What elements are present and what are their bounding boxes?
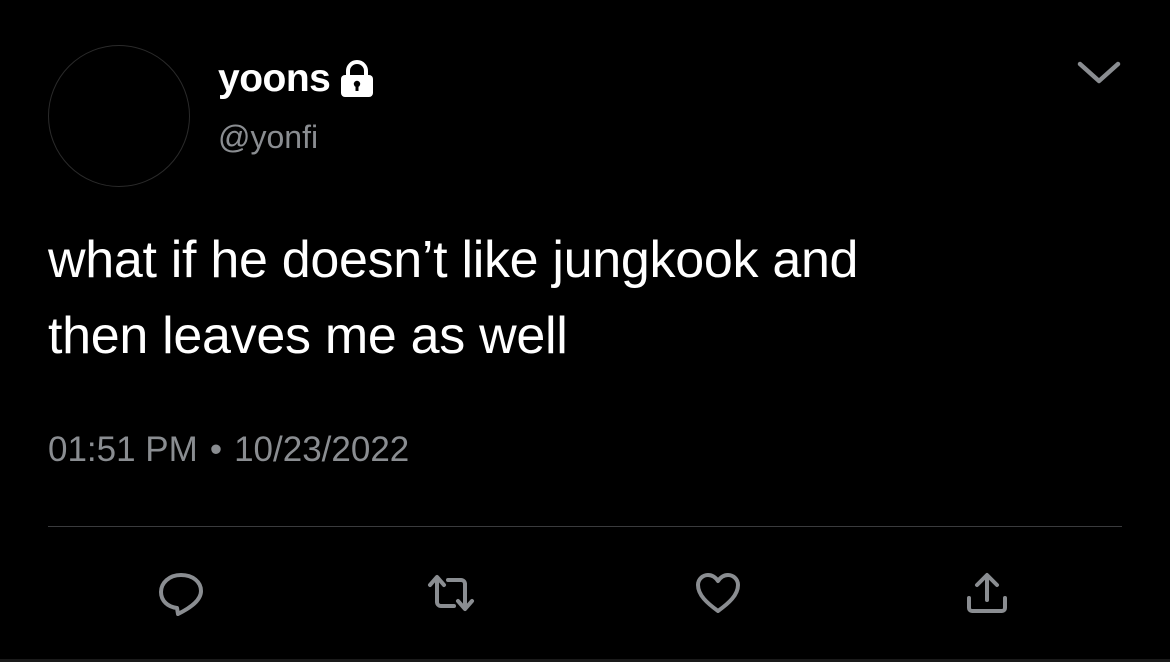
tweet-timestamp: 01:51 PM • 10/23/2022: [48, 428, 409, 472]
retweet-icon: [426, 568, 476, 618]
share-icon: [962, 568, 1012, 618]
lock-icon: [338, 59, 376, 99]
timestamp-separator: •: [209, 430, 223, 469]
heart-icon: [693, 568, 743, 618]
tweet-time[interactable]: 01:51 PM: [48, 428, 198, 472]
chevron-down-icon[interactable]: [1075, 55, 1123, 89]
divider: [48, 526, 1122, 527]
tweet-text: what if he doesn’t like jungkook and the…: [48, 222, 1128, 374]
reply-icon: [156, 568, 206, 618]
tweet-text-line: then leaves me as well: [48, 307, 568, 365]
avatar[interactable]: [48, 45, 190, 187]
user-handle: @yonfi: [218, 119, 319, 155]
display-name[interactable]: yoons: [218, 56, 331, 102]
reply-button[interactable]: [156, 568, 206, 618]
user-name-row: yoons: [218, 56, 376, 102]
tweet-text-line: what if he doesn’t like jungkook and: [48, 231, 859, 289]
tweet-date[interactable]: 10/23/2022: [234, 428, 409, 472]
retweet-button[interactable]: [426, 568, 476, 618]
share-button[interactable]: [962, 568, 1012, 618]
like-button[interactable]: [693, 568, 743, 618]
